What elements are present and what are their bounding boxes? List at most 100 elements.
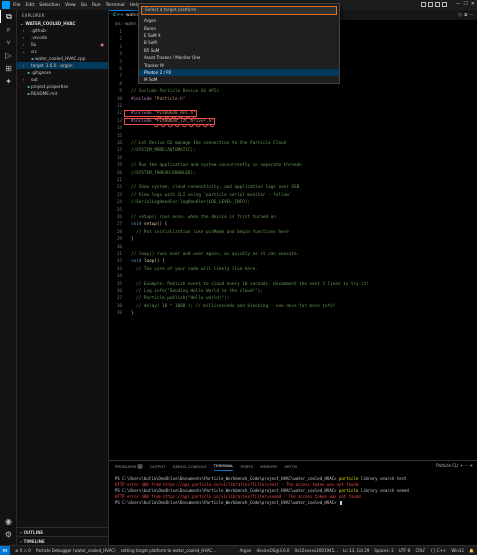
platform-option-boron[interactable]: Boron: [139, 24, 339, 31]
maximize-button[interactable]: ☐: [463, 1, 467, 7]
tree-item-readme-md[interactable]: ▪ README.md: [17, 90, 108, 97]
code-token: // Particle.publish("Hello world!");: [131, 296, 230, 302]
code-line: 12 #include "PLX00640_API.h": [109, 110, 469, 118]
line-number: 30: [116, 244, 122, 250]
toggle-secondary-sidebar-icon[interactable]: [435, 2, 440, 7]
run-debug-icon[interactable]: ▷: [0, 49, 17, 62]
line-number: 22: [116, 185, 122, 191]
platform-option-photon-2-p2[interactable]: Photon 2 / P2: [139, 68, 339, 77]
workspace-root[interactable]: ⌄ WATER_COOLED_HVAC: [17, 20, 108, 27]
line-number: 15: [116, 133, 122, 139]
tree-item--vscode[interactable]: › .vscode: [17, 34, 108, 41]
code-token: // Put initialization like pinMode and b…: [131, 229, 289, 235]
workspace-root-label: WATER_COOLED_HVAC: [25, 21, 76, 26]
platform-option-asset-tracker-monitor-one[interactable]: Asset Tracker / Monitor One: [139, 54, 339, 61]
status-item-0[interactable]: Argon: [240, 548, 252, 553]
panel-tab-output[interactable]: OUTPUT: [150, 461, 166, 471]
panel-tab-xrtos[interactable]: XRTOS: [284, 461, 297, 471]
terminal-cursor: [339, 500, 343, 506]
status-item-9[interactable]: 🔔: [469, 548, 474, 553]
panel-tab-ports[interactable]: PORTS: [240, 461, 253, 471]
toggle-panel-icon[interactable]: [428, 2, 433, 7]
line-number: 2: [119, 37, 122, 43]
terminal[interactable]: PS C:\Users\butla\OneDrive\Documents\Par…: [115, 475, 470, 506]
search-icon[interactable]: ⌕: [0, 23, 17, 36]
remote-icon[interactable]: ⋈: [0, 545, 10, 555]
menu-terminal[interactable]: Terminal: [106, 3, 125, 8]
explorer-sidebar: EXPLORER ⌄ WATER_COOLED_HVAC › .github › .v…: [17, 10, 109, 545]
code-editor[interactable]: 1 2 3 4 5 6 7 8 9// Include Particle Device OS A…: [109, 27, 477, 460]
status-item-8[interactable]: Win32: [451, 548, 464, 553]
line-text: }: [125, 311, 134, 316]
status-item-7[interactable]: {} C++: [431, 548, 447, 553]
platform-option-e-som-x[interactable]: E SoM X: [139, 32, 339, 39]
particle-icon[interactable]: ✦: [0, 75, 17, 88]
platform-option-b-som[interactable]: B SoM: [139, 39, 339, 46]
run-icon[interactable]: ▷: [459, 12, 463, 18]
code-line: 15: [109, 133, 469, 140]
status-item-6[interactable]: CRLF: [415, 548, 425, 553]
platform-option-argon[interactable]: Argon: [139, 17, 339, 24]
menu-selection[interactable]: Selection: [39, 3, 60, 8]
menu-go[interactable]: Go: [81, 3, 87, 8]
line-number: 13: [116, 118, 122, 124]
panel-tab-terminal[interactable]: TERMINAL: [213, 461, 234, 471]
account-icon[interactable]: ◉: [0, 515, 17, 528]
chevron-right-icon: ›: [22, 35, 25, 40]
problems-status[interactable]: ⊗ 0 ⚠ 0: [15, 548, 31, 553]
close-window-button[interactable]: ✕: [471, 1, 475, 7]
platform-option-m-som[interactable]: M SoM: [139, 76, 339, 83]
tree-item-target[interactable]: › target 3.6.0 · argon: [17, 62, 108, 69]
line-text: // Show system, cloud connectivity, and …: [125, 185, 299, 190]
tree-item-out[interactable]: › out: [17, 76, 108, 83]
tree-item-src[interactable]: ⌄ src: [17, 48, 108, 55]
platform-option-b5-som[interactable]: B5 SoM: [139, 47, 339, 54]
line-text: //SYSTEM_MODE(AUTOMATIC);: [125, 148, 196, 153]
activity-bar: ⧉ ⌕ ⑂ ▷ ⊞ ✦ ◉ ⚙: [0, 10, 17, 545]
split-editor-icon[interactable]: ⧈: [464, 12, 467, 18]
minimize-button[interactable]: —: [455, 1, 460, 7]
terminal-token: particle: [338, 475, 359, 481]
platform-option-tracker-m[interactable]: Tracker M: [139, 61, 339, 68]
tree-item--gitignore[interactable]: ▪ .gitignore: [17, 69, 108, 76]
menu-run[interactable]: Run: [92, 3, 101, 8]
tree-item--github[interactable]: › .github: [17, 27, 108, 34]
panel-tab-problems[interactable]: PROBLEMS 2: [115, 461, 143, 471]
settings-icon[interactable]: ⚙: [0, 528, 17, 541]
platform-search-input[interactable]: Select a target platform: [141, 6, 337, 15]
code-token: "Particle.h": [154, 96, 186, 102]
tree-item-lib[interactable]: › lib ●: [17, 41, 108, 48]
status-item-3[interactable]: Ln 13, Col 29: [343, 548, 369, 553]
more-actions-icon[interactable]: ⋯: [469, 12, 474, 18]
tree-item-water-cooled-hvac-cpp[interactable]: ▪ water_cooled_HVAC.cpp: [17, 55, 108, 62]
line-number: 3: [119, 44, 122, 50]
line-text: #include "PLX00640_I2C_Driver.h": [124, 117, 215, 125]
code-line: 35 // Example: Publish event to cloud ev…: [109, 281, 469, 288]
menu-file[interactable]: File: [13, 3, 21, 8]
tree-item-project-properties[interactable]: ▪ project.properties: [17, 83, 108, 90]
source-control-icon[interactable]: ⑂: [0, 36, 17, 49]
code-line: 17 //SYSTEM_MODE(AUTOMATIC);: [109, 147, 469, 154]
status-item-5[interactable]: UTF-8: [399, 548, 411, 553]
explorer-icon[interactable]: ⧉: [0, 10, 17, 23]
status-item-1[interactable]: deviceOS@3.6.0: [256, 548, 289, 553]
line-text: // Log.info("Sending Hello World to the …: [125, 289, 263, 294]
debug-status[interactable]: Particle Debugger (water_cooled_HVAC): [36, 548, 116, 553]
line-text: // View logs with CLI using 'particle se…: [125, 193, 291, 198]
toggle-sidebar-icon[interactable]: [421, 2, 426, 7]
status-bar: ⋈ ⊗ 0 ⚠ 0 Particle Debugger (water_coole…: [0, 545, 477, 555]
timeline-section[interactable]: › TIMELINE: [17, 536, 109, 545]
status-item-2[interactable]: 0x10xxxxx2001945...: [294, 548, 337, 553]
menu-edit[interactable]: Edit: [26, 3, 35, 8]
status-item-4[interactable]: Spaces: 2: [374, 548, 393, 553]
line-text: // Let Device OS manage the connection t…: [125, 141, 286, 146]
customize-layout-icon[interactable]: [442, 2, 447, 7]
extensions-icon[interactable]: ⊞: [0, 62, 17, 75]
panel-actions[interactable]: Particle CLI + ⋯ ✕: [436, 463, 473, 468]
panel-tab-debug-console[interactable]: DEBUG CONSOLE: [173, 461, 207, 471]
menu-view[interactable]: View: [65, 3, 76, 8]
code-line: 31 // loop() runs over and over again, as…: [109, 251, 469, 258]
panel-tab-memory[interactable]: MEMORY: [260, 461, 277, 471]
outline-section[interactable]: › OUTLINE: [17, 527, 109, 536]
tree-item-extra: 3.6.0 · argon: [45, 63, 73, 68]
